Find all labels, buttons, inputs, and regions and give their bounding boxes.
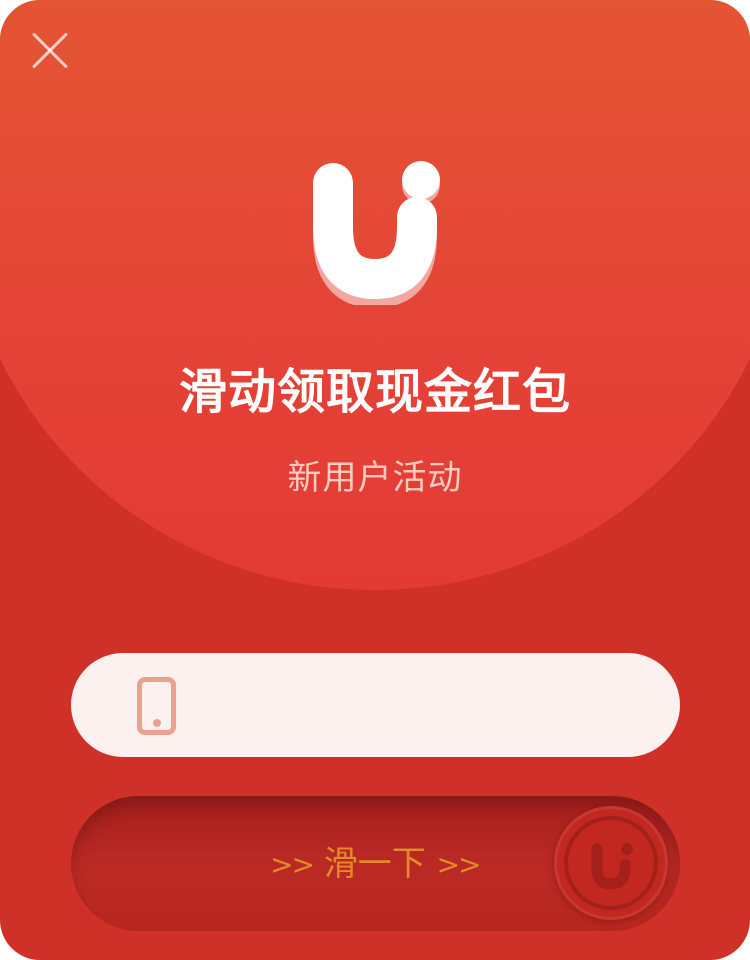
close-button[interactable]	[24, 24, 76, 76]
slide-label: 滑一下	[323, 844, 426, 884]
slider-knob[interactable]	[554, 806, 668, 920]
cash-red-envelope-popup: 滑动领取现金红包 新用户活动 >> 滑一下 >>	[0, 0, 750, 960]
phone-number-input[interactable]	[196, 653, 656, 759]
slide-to-claim-text: >> 滑一下 >>	[270, 842, 481, 886]
activity-subtitle: 新用户活动	[287, 458, 463, 498]
u-logo-icon	[305, 155, 445, 309]
left-arrow-icon: >>	[270, 848, 315, 881]
phone-icon	[137, 677, 176, 735]
page-title: 滑动领取现金红包	[178, 364, 571, 420]
right-arrow-icon: >>	[436, 848, 482, 881]
